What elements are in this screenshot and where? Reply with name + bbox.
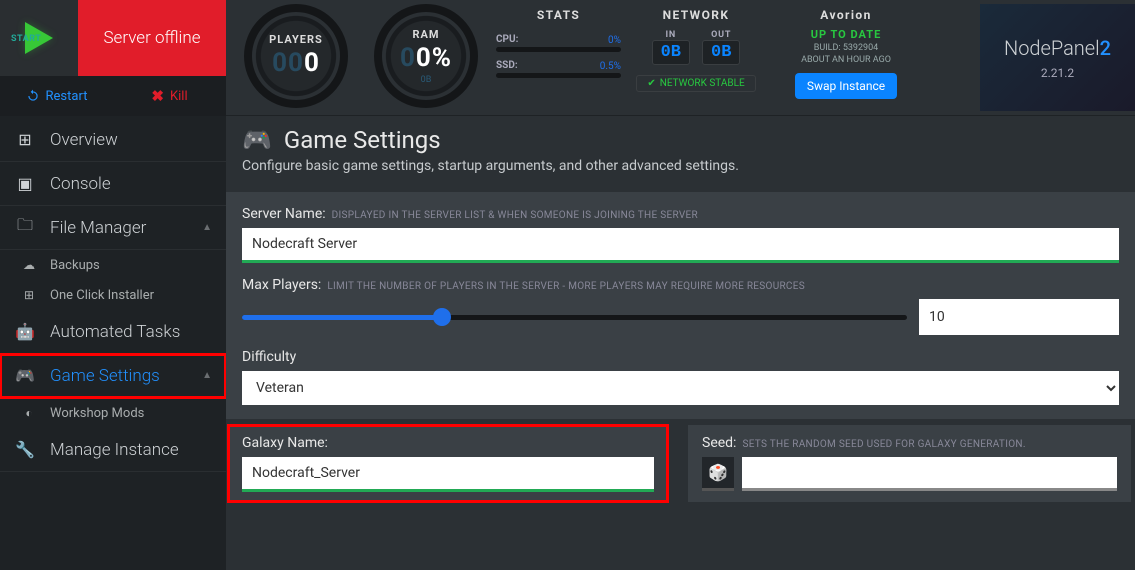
- sidebar-item-label: Manage Instance: [50, 440, 179, 460]
- seed-input[interactable]: [742, 457, 1117, 491]
- brand-version: 2.21.2: [1041, 66, 1074, 80]
- brand-panel: NodePanel2 2.21.2: [980, 4, 1135, 111]
- field-label: Server Name:: [242, 206, 326, 222]
- max-players-field: Max Players: LIMIT THE NUMBER OF PLAYERS…: [242, 277, 1119, 335]
- refresh-icon: [26, 89, 40, 103]
- difficulty-select[interactable]: Veteran: [242, 371, 1119, 405]
- net-in-value: 0B: [652, 40, 690, 65]
- topbar: PLAYERS 000 RAM 00% 0B STATS CPU: 0% SSD: [226, 0, 1135, 116]
- ssd-pct: 0.5%: [600, 61, 621, 72]
- start-label: START: [11, 34, 41, 44]
- cpu-label: CPU:: [496, 34, 621, 45]
- cloud-icon: ☁: [20, 258, 38, 272]
- start-button[interactable]: START: [0, 0, 78, 76]
- terminal-icon: ▣: [14, 174, 36, 193]
- sidebar-item-label: Console: [50, 174, 111, 194]
- field-hint: DISPLAYED IN THE SERVER LIST & WHEN SOME…: [332, 210, 698, 221]
- network-panel: NETWORK IN0B OUT0B ✔NETWORK STABLE: [631, 4, 761, 92]
- field-label: Max Players:: [242, 277, 321, 293]
- game-name: Avorion: [820, 8, 871, 22]
- sidebar-item-label: Automated Tasks: [50, 322, 180, 342]
- chevron-up-icon: ▲: [202, 222, 212, 233]
- gamepad-icon: 🎮: [14, 366, 36, 385]
- kill-button[interactable]: ✖ Kill: [113, 76, 226, 116]
- randomize-seed-button[interactable]: 🎲: [702, 457, 734, 491]
- field-label: Difficulty: [242, 349, 296, 365]
- robot-icon: 🤖: [14, 322, 36, 341]
- difficulty-field: Difficulty Veteran: [242, 349, 1119, 405]
- sidebar-item-label: File Manager: [50, 218, 146, 238]
- field-label: Seed:: [702, 435, 736, 451]
- build-number: 5392904: [843, 43, 878, 53]
- game-panel: Avorion UP TO DATE BUILD: 5392904 ABOUT …: [771, 4, 921, 99]
- grid-icon: ⊞: [14, 130, 36, 149]
- net-out-value: 0B: [702, 40, 740, 65]
- sidebar-item-manage-instance[interactable]: 🔧 Manage Instance: [0, 428, 226, 472]
- max-players-slider[interactable]: [242, 299, 907, 335]
- wrench-icon: 🔧: [14, 440, 36, 459]
- max-players-input[interactable]: [919, 299, 1119, 335]
- folder-icon: 🗀: [14, 214, 36, 241]
- players-value: 0: [304, 48, 320, 78]
- network-stable-badge: ✔NETWORK STABLE: [636, 75, 755, 92]
- sidebar-sub-label: Workshop Mods: [50, 406, 144, 421]
- steam-icon: ◐: [20, 406, 38, 420]
- sidebar-sub-backups[interactable]: ☁ Backups: [0, 250, 226, 280]
- sidebar-item-console[interactable]: ▣ Console: [0, 162, 226, 206]
- sidebar-sub-workshop-mods[interactable]: ◐ Workshop Mods: [0, 398, 226, 428]
- sidebar: START Server offline Restart ✖ Kill ⊞ Ov…: [0, 0, 226, 570]
- dice-icon: 🎲: [708, 463, 728, 482]
- galaxy-name-input[interactable]: [242, 457, 654, 492]
- close-icon: ✖: [151, 87, 164, 105]
- sidebar-item-file-manager[interactable]: 🗀 File Manager ▲: [0, 206, 226, 250]
- sidebar-item-overview[interactable]: ⊞ Overview: [0, 118, 226, 162]
- stats-title: STATS: [496, 8, 621, 22]
- sidebar-item-label: Overview: [50, 130, 118, 150]
- ram-value: 0%: [416, 43, 452, 73]
- build-ago: ABOUT AN HOUR AGO: [801, 55, 891, 65]
- server-status: Server offline: [78, 0, 226, 76]
- sidebar-sub-label: One Click Installer: [50, 288, 154, 303]
- cpu-pct: 0%: [608, 35, 621, 46]
- swap-instance-button[interactable]: Swap Instance: [795, 73, 897, 99]
- field-label: Galaxy Name:: [242, 435, 328, 451]
- dial-label: RAM: [412, 28, 439, 41]
- restart-label: Restart: [46, 89, 88, 104]
- sidebar-item-label: Game Settings: [50, 366, 160, 386]
- network-title: NETWORK: [663, 8, 730, 22]
- stats-panel: STATS CPU: 0% SSD: 0.5%: [496, 4, 621, 78]
- grid-icon: ⊞: [20, 288, 38, 302]
- field-hint: LIMIT THE NUMBER OF PLAYERS IN THE SERVE…: [327, 281, 805, 292]
- dial-label: PLAYERS: [269, 33, 323, 46]
- field-hint: SETS THE RANDOM SEED USED FOR GALAXY GEN…: [742, 439, 1025, 450]
- page-subtitle: Configure basic game settings, startup a…: [242, 158, 1119, 174]
- server-name-field: Server Name: DISPLAYED IN THE SERVER LIS…: [242, 206, 1119, 263]
- page-title: 🎮 Game Settings: [242, 126, 1119, 154]
- restart-button[interactable]: Restart: [0, 76, 113, 116]
- gamepad-icon: 🎮: [242, 126, 272, 154]
- sidebar-sub-label: Backups: [50, 258, 100, 273]
- sidebar-sub-one-click[interactable]: ⊞ One Click Installer: [0, 280, 226, 310]
- galaxy-name-field: Galaxy Name:: [228, 425, 668, 502]
- chevron-up-icon: ▲: [202, 370, 212, 381]
- ram-sub: 0B: [421, 75, 432, 85]
- server-name-input[interactable]: [242, 228, 1119, 263]
- kill-label: Kill: [170, 89, 188, 104]
- check-icon: ✔: [647, 78, 655, 89]
- players-dial: PLAYERS 000: [236, 4, 356, 108]
- ram-dial: RAM 00% 0B: [366, 4, 486, 108]
- sidebar-item-automated-tasks[interactable]: 🤖 Automated Tasks: [0, 310, 226, 354]
- up-to-date: UP TO DATE: [811, 28, 882, 41]
- sidebar-item-game-settings[interactable]: 🎮 Game Settings ▲: [0, 354, 226, 398]
- seed-field: Seed: SETS THE RANDOM SEED USED FOR GALA…: [688, 425, 1131, 502]
